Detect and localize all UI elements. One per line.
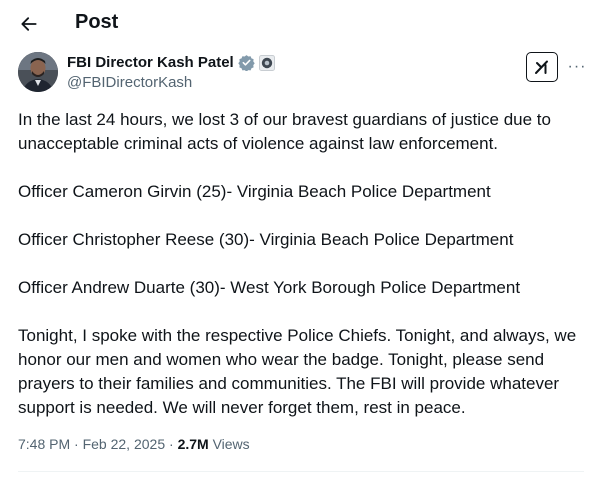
author-row: FBI Director Kash Patel @FBIDirectorKash… (18, 52, 588, 94)
meta-separator: · (74, 436, 79, 452)
author-name[interactable]: FBI Director Kash Patel (67, 54, 234, 71)
avatar-image (18, 52, 58, 92)
tweet-text: In the last 24 hours, we lost 3 of our b… (18, 108, 588, 444)
tweet-paragraph: In the last 24 hours, we lost 3 of our b… (18, 110, 551, 153)
verified-badge-icon[interactable] (238, 54, 255, 71)
tweet-paragraph: Officer Cameron Girvin (25)- Virginia Be… (18, 182, 491, 201)
author-handle[interactable]: @FBIDirectorKash (67, 74, 192, 91)
grok-icon (535, 60, 548, 74)
tweet-paragraph: Officer Andrew Duarte (30)- West York Bo… (18, 278, 521, 297)
grok-button[interactable] (526, 52, 558, 82)
divider (18, 471, 584, 472)
meta-separator: · (169, 436, 174, 452)
views-label: Views (212, 436, 250, 452)
page-title: Post (75, 11, 119, 33)
back-button[interactable] (14, 9, 44, 39)
avatar[interactable] (18, 52, 58, 92)
views-count: 2.7M (177, 436, 209, 452)
arrow-left-icon (21, 17, 37, 31)
tweet-paragraph: Tonight, I spoke with the respective Pol… (18, 326, 577, 417)
government-seal-icon[interactable] (258, 54, 275, 71)
post-meta: 7:48 PM · Feb 22, 2025 · 2.7M Views (18, 436, 250, 452)
post-date[interactable]: Feb 22, 2025 (83, 436, 166, 452)
more-options-button[interactable]: ··· (564, 54, 590, 80)
tweet-paragraph: Officer Christopher Reese (30)- Virginia… (18, 230, 514, 249)
post-time[interactable]: 7:48 PM (18, 436, 70, 452)
more-horizontal-icon: ··· (567, 58, 587, 75)
post-header: Post (0, 0, 601, 48)
author-name-line: FBI Director Kash Patel (67, 54, 275, 71)
